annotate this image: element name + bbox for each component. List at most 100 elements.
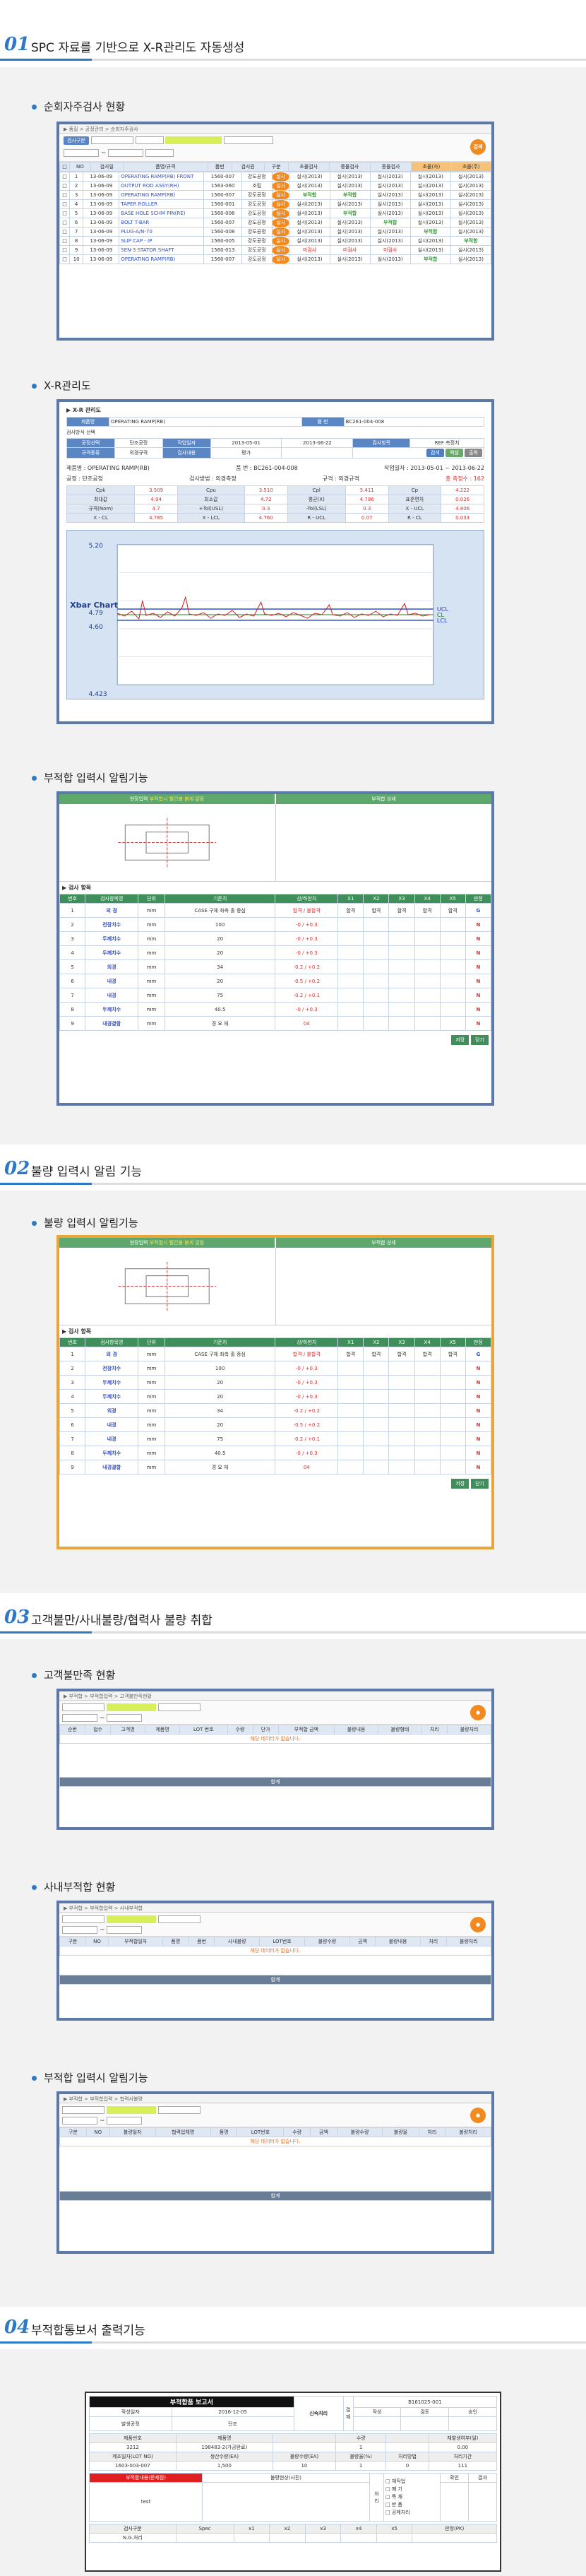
measure-input[interactable] — [439, 931, 466, 946]
measure-input[interactable] — [337, 945, 364, 960]
ncr-row[interactable]: 8 두께치수 mm 40.5 -0 / +0.3 N — [59, 1446, 492, 1460]
measure-input[interactable] — [363, 959, 390, 974]
measure-input[interactable] — [388, 959, 415, 974]
row-checkbox[interactable]: □ — [59, 236, 70, 246]
measure-input[interactable] — [337, 1002, 364, 1017]
measure-input[interactable]: 합격 — [388, 903, 415, 918]
measure-input[interactable] — [337, 1431, 364, 1446]
measure-input[interactable] — [439, 1417, 466, 1432]
measure-input[interactable]: 합격 — [414, 1347, 441, 1361]
measure-input[interactable] — [388, 1460, 415, 1475]
measure-input[interactable] — [388, 945, 415, 960]
measure-input[interactable] — [439, 1375, 466, 1390]
search-button[interactable]: ● — [470, 1917, 486, 1932]
measure-input[interactable] — [363, 1446, 390, 1460]
search-button[interactable]: ● — [470, 1705, 486, 1720]
ncr-row[interactable]: 9 내경결합 mm 경 요 체 04 N — [59, 1016, 492, 1031]
table-row[interactable]: □ 2 13-06-09 OUTPUT ROD ASSY(RH) 1563-060 조립 실… — [59, 181, 492, 191]
keyword-input[interactable] — [106, 1703, 156, 1711]
table-row[interactable]: □ 9 13-06-09 SEN-3 STATOR SHAFT 1560-013 강도공정… — [59, 245, 492, 255]
date-from-field[interactable]: 2013-05-01 — [210, 438, 282, 448]
measure-input[interactable] — [388, 1002, 415, 1017]
row-checkbox[interactable]: □ — [59, 218, 70, 228]
result-option[interactable]: 반 품 — [392, 2502, 402, 2507]
measure-input[interactable] — [439, 917, 466, 932]
measure-input[interactable] — [337, 1389, 364, 1404]
table-row[interactable]: □ 10 13-06-09 OPERATING RAMP(RB) 1560-007 강도공… — [59, 254, 492, 264]
part-link[interactable]: BOLT T-BAR — [119, 218, 205, 228]
part-link[interactable]: OPERATING RAMP(RB) FRONT — [119, 172, 205, 182]
measure-input[interactable] — [414, 1417, 441, 1432]
row-checkbox[interactable]: □ — [59, 199, 70, 209]
measure-input[interactable] — [439, 945, 466, 960]
process-select[interactable] — [90, 136, 133, 144]
measure-input[interactable]: 합격 — [439, 903, 466, 918]
date-to[interactable] — [108, 149, 144, 157]
ncr-row[interactable]: 2 전장치수 mm 100 -0 / +0.3 N — [59, 917, 492, 932]
measure-input[interactable] — [363, 1002, 390, 1017]
measure-input[interactable] — [337, 1361, 364, 1376]
measure-input[interactable] — [439, 1460, 466, 1475]
row-checkbox[interactable]: □ — [59, 172, 70, 182]
measure-input[interactable] — [363, 1460, 390, 1475]
part-link[interactable]: OUTPUT ROD ASSY(RH) — [119, 181, 205, 191]
date-from[interactable] — [62, 1714, 97, 1722]
measure-input[interactable] — [337, 1016, 364, 1031]
part-link[interactable]: SEN-3 STATOR SHAFT — [119, 245, 205, 255]
ncr-row[interactable]: 2 전장치수 mm 100 -0 / +0.3 N — [59, 1361, 492, 1376]
measure-input[interactable] — [363, 1361, 390, 1376]
type-select[interactable] — [157, 2106, 201, 2114]
table-row[interactable]: □ 4 13-06-09 TAPER ROLLER 1560-001 강도공정 실시 실시(2… — [59, 199, 492, 209]
result-option[interactable]: 공제처리 — [392, 2510, 410, 2515]
item-select[interactable]: REF 측정치 — [409, 438, 484, 448]
measure-input[interactable] — [388, 1446, 415, 1460]
keyword-input[interactable] — [106, 1915, 156, 1923]
ncr-row[interactable]: 8 두께치수 mm 40.5 -0 / +0.3 N — [59, 1002, 492, 1017]
measure-input[interactable]: 합격 — [337, 903, 364, 918]
row-checkbox[interactable]: □ — [59, 208, 70, 218]
measure-input[interactable] — [414, 1389, 441, 1404]
measure-input[interactable] — [363, 931, 390, 946]
measure-input[interactable]: 합격 — [388, 1347, 415, 1361]
measure-input[interactable]: 합격 — [337, 1347, 364, 1361]
proc-select[interactable]: 단조공정 — [114, 438, 163, 448]
shift-select[interactable] — [145, 149, 174, 157]
measure-input[interactable] — [388, 1361, 415, 1376]
type-select[interactable] — [157, 1703, 201, 1711]
measure-input[interactable] — [414, 1403, 441, 1418]
tab-field[interactable]: 현장입력 부적합시 빨간불 붉게 알람 — [59, 1238, 275, 1248]
result-option[interactable]: 특 채 — [392, 2494, 402, 2500]
measure-input[interactable] — [414, 1446, 441, 1460]
table-row[interactable]: □ 3 13-06-09 OPERATING RAMP(RB) 1560-007 강도공정… — [59, 190, 492, 200]
measure-input[interactable] — [388, 917, 415, 932]
measure-input[interactable] — [414, 1361, 441, 1376]
measure-input[interactable] — [439, 1016, 466, 1031]
measure-input[interactable] — [439, 974, 466, 988]
ncr-row[interactable]: 4 두께치수 mm 20 -0 / +0.3 N — [59, 1389, 492, 1404]
part-link[interactable]: PLUG-A/N-70 — [119, 227, 205, 237]
search-button[interactable]: ● — [470, 2108, 486, 2123]
measure-input[interactable] — [363, 974, 390, 988]
measure-input[interactable] — [414, 1375, 441, 1390]
date-to[interactable] — [107, 2117, 143, 2125]
ncr-row[interactable]: 9 내경결합 mm 경 요 체 04 N — [59, 1460, 492, 1475]
measure-input[interactable] — [414, 974, 441, 988]
measure-input[interactable] — [439, 1403, 466, 1418]
row-checkbox[interactable]: □ — [59, 190, 70, 200]
measure-input[interactable] — [363, 1375, 390, 1390]
measure-input[interactable]: 합격 — [363, 903, 390, 918]
result-option[interactable]: 폐 기 — [392, 2486, 402, 2492]
measure-input[interactable] — [388, 1375, 415, 1390]
part-link[interactable]: OPERATING RAMP(RB) — [119, 254, 205, 264]
date-to[interactable] — [107, 1714, 143, 1722]
spec-select[interactable]: 외경규격 — [114, 447, 163, 459]
filter-select[interactable] — [62, 1915, 104, 1923]
date-from[interactable] — [64, 149, 99, 157]
keyword-input[interactable] — [106, 2106, 156, 2114]
measure-input[interactable] — [337, 1375, 364, 1390]
measure-input[interactable] — [337, 988, 364, 1003]
ncr-row[interactable]: 6 내경 mm 20 -0.5 / +0.2 N — [59, 1417, 492, 1432]
ncr-row[interactable]: 1외 경 mm CASE 구체 좌측 홀 중심 합격 / 불합격 합격 합격 합격 합격 합격 G — [59, 903, 492, 918]
filter-select[interactable] — [62, 2106, 104, 2114]
measure-input[interactable] — [439, 1446, 466, 1460]
